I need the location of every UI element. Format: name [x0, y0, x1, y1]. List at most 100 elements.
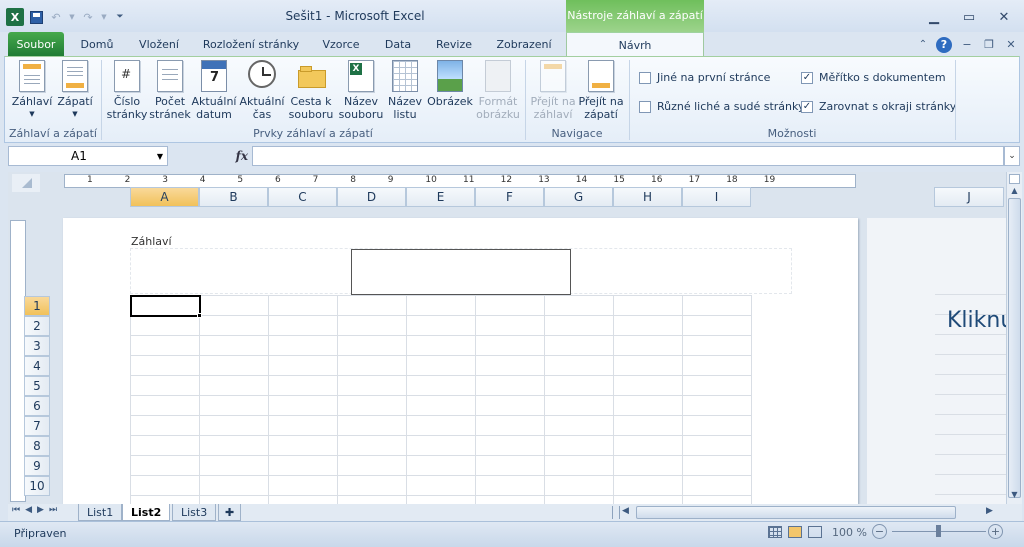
- tab-navrh[interactable]: Návrh: [566, 32, 704, 57]
- column-header-i[interactable]: I: [682, 187, 751, 207]
- file-path-button[interactable]: Cesta k souboru: [287, 60, 335, 121]
- scroll-left-icon[interactable]: ◀: [622, 506, 629, 516]
- option-align-with-margins[interactable]: ✓ Zarovnat s okraji stránky: [801, 100, 956, 113]
- name-box[interactable]: A1 ▼: [8, 146, 168, 166]
- sheet-tab-list3[interactable]: List3: [172, 504, 217, 521]
- help-icon[interactable]: ?: [934, 32, 954, 57]
- customize-qat-icon[interactable]: ⏷: [112, 9, 128, 25]
- sheet-tab-list1[interactable]: List1: [78, 504, 123, 521]
- maximize-icon[interactable]: ▭: [955, 8, 983, 26]
- checkbox-unchecked-icon[interactable]: [639, 71, 651, 84]
- checkbox-unchecked-icon[interactable]: [639, 100, 651, 113]
- row-header-3[interactable]: 3: [24, 336, 50, 356]
- file-name-button[interactable]: X Název souboru: [337, 60, 385, 121]
- column-header-a[interactable]: A: [130, 187, 199, 207]
- ribbon: Záhlaví ▼ Zápatí ▼ Záhlaví a zápatí # Čí…: [4, 56, 1020, 143]
- tab-split-handle[interactable]: [612, 506, 620, 519]
- insert-function-button[interactable]: fx: [168, 146, 252, 166]
- row-header-1[interactable]: 1: [24, 296, 50, 316]
- row-header-5[interactable]: 5: [24, 376, 50, 396]
- scroll-right-icon[interactable]: ▶: [986, 506, 993, 516]
- row-header-6[interactable]: 6: [24, 396, 50, 416]
- active-cell[interactable]: [130, 295, 201, 317]
- zoom-in-icon[interactable]: +: [988, 524, 1003, 539]
- column-header-e[interactable]: E: [406, 187, 475, 207]
- format-picture-button[interactable]: Formát obrázku: [475, 60, 521, 121]
- sheet-tab-list2[interactable]: List2: [122, 504, 171, 521]
- page-break-view-icon[interactable]: [808, 526, 822, 538]
- checkbox-checked-icon[interactable]: ✓: [801, 100, 813, 113]
- next-page-preview[interactable]: Kliknu: [867, 218, 1014, 504]
- tab-data[interactable]: Data: [376, 32, 420, 57]
- tab-revize[interactable]: Revize: [428, 32, 480, 57]
- tab-vlozeni[interactable]: Vložení: [130, 32, 188, 57]
- header-button[interactable]: Záhlaví ▼: [11, 60, 53, 121]
- column-header-g[interactable]: G: [544, 187, 613, 207]
- option-different-first-page[interactable]: Jiné na první stránce: [639, 71, 770, 84]
- column-header-b[interactable]: B: [199, 187, 268, 207]
- option-label: Zarovnat s okraji stránky: [819, 100, 957, 113]
- tab-zobrazeni[interactable]: Zobrazení: [488, 32, 560, 57]
- row-header-8[interactable]: 8: [24, 436, 50, 456]
- vertical-scroll-thumb[interactable]: [1008, 198, 1021, 498]
- zoom-slider-thumb[interactable]: [936, 525, 941, 537]
- name-box-dropdown-icon[interactable]: ▼: [157, 152, 163, 161]
- row-header-9[interactable]: 9: [24, 456, 50, 476]
- expand-formula-icon[interactable]: ⌄: [1004, 146, 1020, 166]
- row-header-2[interactable]: 2: [24, 316, 50, 336]
- column-header-f[interactable]: F: [475, 187, 544, 207]
- page-number-button[interactable]: # Číslo stránky: [105, 60, 149, 121]
- insert-sheet-icon[interactable]: ✚: [218, 504, 242, 521]
- cell-grid[interactable]: [130, 295, 752, 504]
- row-header-7[interactable]: 7: [24, 416, 50, 436]
- header-center-section[interactable]: [351, 249, 571, 295]
- normal-view-icon[interactable]: [768, 526, 782, 538]
- vertical-scrollbar[interactable]: ▲ ▼: [1006, 172, 1022, 504]
- fill-handle[interactable]: [197, 313, 202, 318]
- tab-soubor[interactable]: Soubor: [8, 32, 64, 57]
- split-box[interactable]: [1009, 174, 1020, 184]
- column-header-j[interactable]: J: [934, 187, 1004, 207]
- close-icon[interactable]: ✕: [990, 8, 1018, 26]
- column-header-d[interactable]: D: [337, 187, 406, 207]
- column-header-h[interactable]: H: [613, 187, 682, 207]
- minimize-icon[interactable]: ▁: [920, 8, 948, 26]
- wb-minimize-icon[interactable]: −: [958, 32, 976, 57]
- row-header-4[interactable]: 4: [24, 356, 50, 376]
- tab-domu[interactable]: Domů: [72, 32, 122, 57]
- wb-restore-icon[interactable]: ❐: [980, 32, 998, 57]
- scroll-up-icon[interactable]: ▲: [1008, 186, 1021, 198]
- current-time-button[interactable]: Aktuální čas: [239, 60, 285, 121]
- current-date-label-2: datum: [196, 108, 232, 121]
- current-date-button[interactable]: 7 Aktuální datum: [191, 60, 237, 121]
- tab-rozlozeni[interactable]: Rozložení stránky: [196, 32, 306, 57]
- footer-button[interactable]: Zápatí ▼: [55, 60, 95, 121]
- redo-dropdown-icon[interactable]: ▼: [100, 9, 108, 25]
- formula-input[interactable]: [252, 146, 1004, 166]
- scroll-down-icon[interactable]: ▼: [1008, 490, 1021, 502]
- option-scale-with-document[interactable]: ✓ Měřítko s dokumentem: [801, 71, 946, 84]
- wb-close-icon[interactable]: ✕: [1002, 32, 1020, 57]
- select-all-corner[interactable]: [12, 174, 40, 192]
- collapse-ribbon-icon[interactable]: ⌃: [916, 32, 930, 57]
- tab-vzorce[interactable]: Vzorce: [314, 32, 368, 57]
- zoom-level[interactable]: 100 %: [832, 526, 867, 539]
- save-button[interactable]: [28, 9, 44, 25]
- undo-button[interactable]: ↶: [48, 9, 64, 25]
- excel-logo-icon[interactable]: X: [6, 8, 24, 26]
- sheet-name-button[interactable]: Název listu: [385, 60, 425, 121]
- checkbox-checked-icon[interactable]: ✓: [801, 71, 813, 84]
- row-header-10[interactable]: 10: [24, 476, 50, 496]
- redo-button[interactable]: ↷: [80, 9, 96, 25]
- zoom-out-icon[interactable]: −: [872, 524, 887, 539]
- undo-dropdown-icon[interactable]: ▼: [68, 9, 76, 25]
- picture-button[interactable]: Obrázek: [427, 60, 473, 108]
- column-header-c[interactable]: C: [268, 187, 337, 207]
- page-count-button[interactable]: Počet stránek: [149, 60, 191, 121]
- option-different-odd-even[interactable]: Různé liché a sudé stránky: [639, 100, 804, 113]
- page-layout-view-icon[interactable]: [788, 526, 802, 538]
- goto-footer-button[interactable]: Přejít na zápatí: [577, 60, 625, 121]
- goto-header-button[interactable]: Přejít na záhlaví: [529, 60, 577, 121]
- horizontal-scroll-thumb[interactable]: [636, 506, 956, 519]
- sheet-nav-arrows-icon[interactable]: ⏮◀▶⏭: [12, 505, 62, 515]
